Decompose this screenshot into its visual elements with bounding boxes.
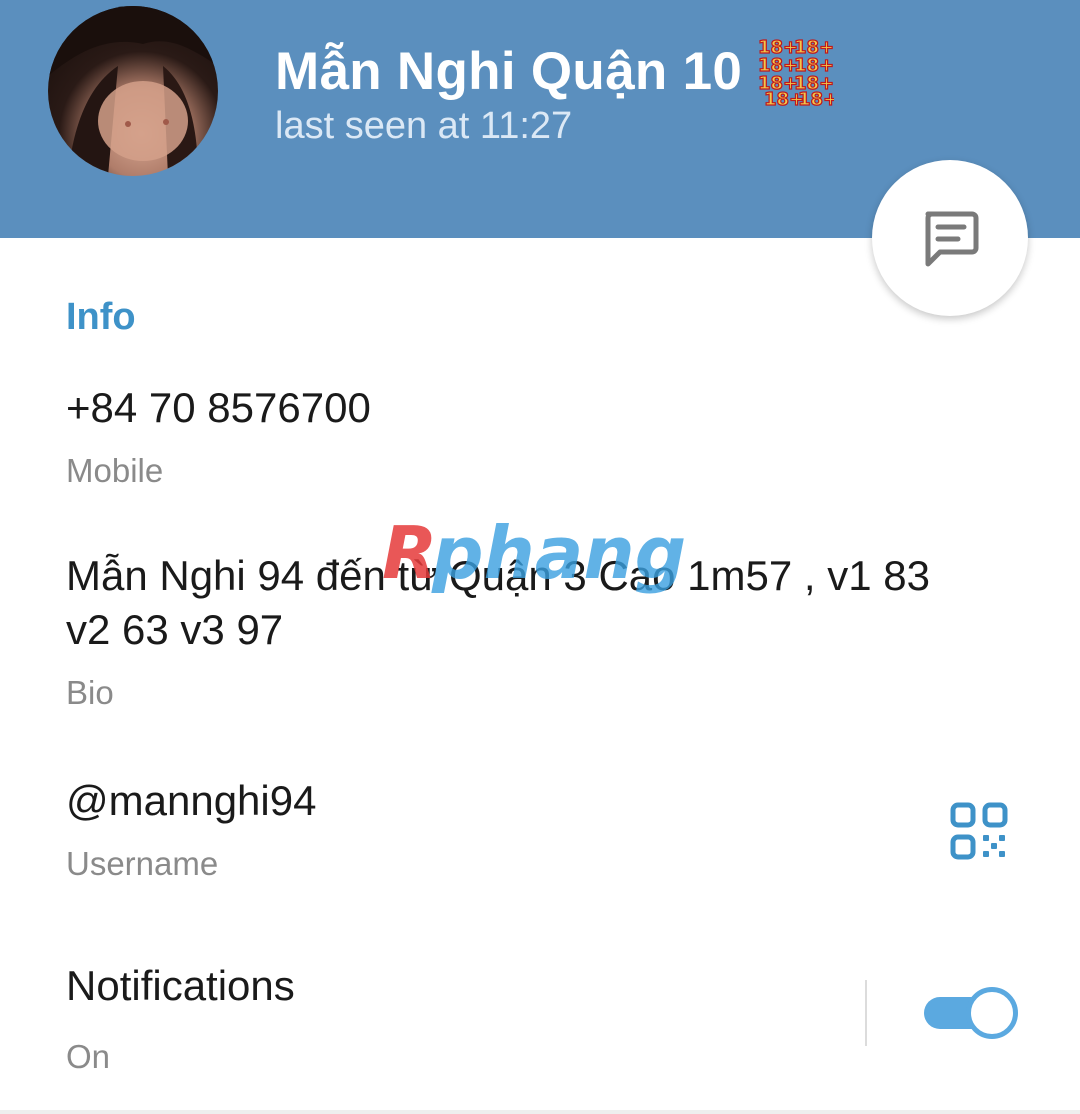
notifications-status: On	[66, 1038, 111, 1075]
notifications-title[interactable]: Notifications	[66, 962, 295, 1010]
adult-18-emoji-icon: 18+18+ 18+18+ 18+18+ 18+18+	[758, 36, 835, 106]
username-value[interactable]: @mannghi94	[66, 777, 316, 825]
contact-name: Mẫn Nghi Quận 10	[275, 41, 743, 101]
info-section-title: Info	[66, 296, 136, 338]
bio-label: Bio	[66, 674, 114, 711]
bio-line-1[interactable]: Mẫn Nghi 94 đến từ Quận 3 Cao 1m57 , v1 …	[66, 552, 930, 600]
message-icon	[925, 211, 979, 267]
username-label: Username	[66, 845, 219, 882]
avatar-image	[48, 6, 218, 176]
bottom-divider	[0, 1110, 1080, 1114]
qr-code-icon[interactable]	[950, 802, 1008, 860]
phone-number[interactable]: +84 70 8576700	[66, 384, 371, 432]
notifications-toggle[interactable]	[922, 987, 1018, 1039]
toggle-knob	[966, 987, 1018, 1039]
svg-text:18+: 18+	[798, 89, 834, 106]
last-seen-status: last seen at 11:27	[275, 105, 573, 147]
bio-line-2[interactable]: v2 63 v3 97	[66, 606, 283, 654]
phone-label: Mobile	[66, 452, 164, 489]
avatar[interactable]	[48, 6, 218, 176]
send-message-button[interactable]	[872, 160, 1028, 316]
divider	[865, 980, 867, 1046]
